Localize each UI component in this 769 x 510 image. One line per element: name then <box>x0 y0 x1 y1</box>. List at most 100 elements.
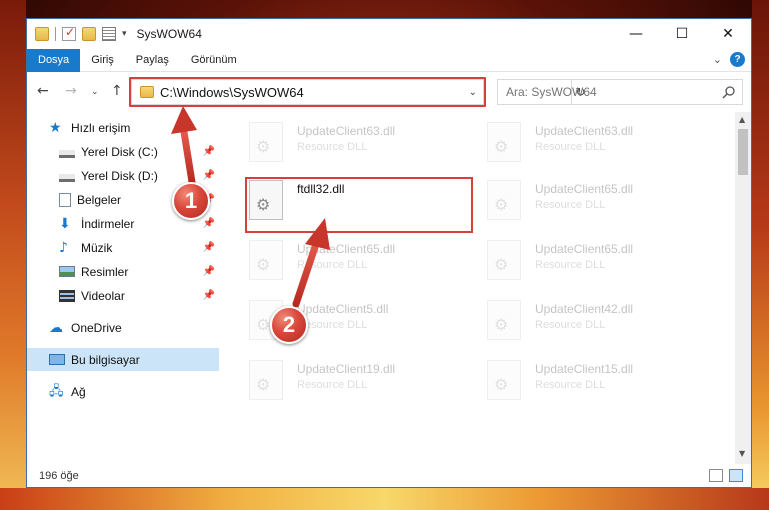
customize-icon[interactable] <box>102 27 116 41</box>
file-item[interactable]: ⚙ UpdateClient65.dll Resource DLL <box>249 240 479 286</box>
large-icons-view-icon[interactable] <box>729 469 743 482</box>
star-icon: ★ <box>49 119 62 136</box>
help-icon[interactable]: ? <box>730 52 745 67</box>
back-arrow-icon[interactable]: ← <box>37 83 49 99</box>
dll-file-icon: ⚙ <box>249 122 283 162</box>
sidebar-item-label: İndirmeler <box>81 216 135 231</box>
file-description: Resource DLL <box>297 141 368 153</box>
gear-icon: ⚙ <box>256 255 271 274</box>
item-count: 196 öğe <box>39 470 79 482</box>
window-title: SysWOW64 <box>136 27 202 41</box>
dll-file-icon: ⚙ <box>487 300 521 340</box>
sidebar-item-music[interactable]: ♪ Müzik 📌 <box>27 236 219 259</box>
folder-icon[interactable] <box>35 27 49 41</box>
details-view-icon[interactable] <box>709 469 723 482</box>
file-name: UpdateClient42.dll <box>535 302 634 316</box>
sidebar-item-this-pc[interactable]: Bu bilgisayar <box>27 348 219 371</box>
search-icon[interactable] <box>722 85 736 99</box>
ribbon-tabs: Dosya Giriş Paylaş Görünüm ⌄ ? <box>27 48 751 72</box>
dll-file-icon: ⚙ <box>487 360 521 400</box>
new-folder-icon[interactable] <box>82 27 96 41</box>
sidebar-item-label: Hızlı erişim <box>71 120 131 135</box>
file-description: Resource DLL <box>297 319 368 331</box>
dll-file-icon: ⚙ <box>487 122 521 162</box>
file-item[interactable]: ⚙ UpdateClient63.dll Resource DLL <box>487 122 717 168</box>
file-description: Resource DLL <box>297 379 368 391</box>
sidebar-item-quick-access[interactable]: ★ Hızlı erişim <box>27 116 219 139</box>
desktop-background-right <box>752 0 769 510</box>
sidebar-item-videos[interactable]: Videolar 📌 <box>27 284 219 307</box>
vertical-scrollbar[interactable]: ▲ ▼ <box>735 112 751 464</box>
sidebar-item-label: Resimler <box>81 264 129 279</box>
minimize-button[interactable]: — <box>613 19 659 49</box>
gear-icon: ⚙ <box>494 137 509 156</box>
file-item[interactable]: ⚙ UpdateClient19.dll Resource DLL <box>249 360 479 406</box>
step-badge-2: 2 <box>270 306 308 344</box>
tab-gorunum[interactable]: Görünüm <box>180 49 248 72</box>
file-item[interactable]: ⚙ UpdateClient15.dll Resource DLL <box>487 360 717 406</box>
file-item[interactable]: ⚙ UpdateClient63.dll Resource DLL <box>249 122 479 168</box>
expand-ribbon-chevron-icon[interactable]: ⌄ <box>713 53 722 66</box>
gear-icon: ⚙ <box>494 315 509 334</box>
sidebar-item-pictures[interactable]: Resimler 📌 <box>27 260 219 283</box>
file-name: UpdateClient65.dll <box>297 242 396 256</box>
drive-icon <box>59 173 75 182</box>
scroll-down-icon[interactable]: ▼ <box>739 449 745 458</box>
pin-icon[interactable]: 📌 <box>203 242 215 253</box>
tab-giris[interactable]: Giriş <box>80 49 125 72</box>
sidebar-item-network[interactable]: 🖧 Ağ <box>27 380 219 403</box>
file-name: UpdateClient63.dll <box>535 124 634 138</box>
video-icon <box>59 289 75 302</box>
file-list: ⚙ UpdateClient63.dll Resource DLL ⚙ Updat… <box>223 114 735 464</box>
sidebar-item-label: OneDrive <box>71 320 122 335</box>
sidebar-item-local-disk-c[interactable]: Yerel Disk (C:) 📌 <box>27 140 219 163</box>
scroll-up-icon[interactable]: ▲ <box>739 115 745 124</box>
title-bar: ▾ SysWOW64 — ☐ ✕ <box>27 19 751 49</box>
file-item[interactable]: ⚙ UpdateClient65.dll Resource DLL <box>487 180 717 226</box>
address-bar-highlight <box>129 77 486 107</box>
file-item[interactable]: ⚙ UpdateClient65.dll Resource DLL <box>487 240 717 286</box>
pin-icon[interactable]: 📌 <box>203 170 215 181</box>
pin-icon[interactable]: 📌 <box>203 218 215 229</box>
file-description: Resource DLL <box>535 141 606 153</box>
file-description: Resource DLL <box>535 199 606 211</box>
navigation-bar: ← → ⌄ ↑ C:\Windows\SysWOW64 ⌄ ↻ <box>27 74 751 110</box>
recent-locations-chevron-icon[interactable]: ⌄ <box>91 87 99 97</box>
tab-dosya[interactable]: Dosya <box>27 48 81 72</box>
toolbar-divider <box>55 27 56 41</box>
pin-icon[interactable]: 📌 <box>203 146 215 157</box>
step-badge-1: 1 <box>172 182 210 220</box>
file-item[interactable]: ⚙ UpdateClient42.dll Resource DLL <box>487 300 717 346</box>
up-arrow-icon[interactable]: ↑ <box>111 83 123 99</box>
sidebar-item-label: Belgeler <box>77 192 122 207</box>
file-name: UpdateClient15.dll <box>535 362 634 376</box>
drive-icon <box>59 149 75 158</box>
dll-file-icon: ⚙ <box>249 240 283 280</box>
file-name: UpdateClient5.dll <box>297 302 389 316</box>
desktop-background-bottom <box>0 488 769 510</box>
pin-icon[interactable]: 📌 <box>203 290 215 301</box>
forward-arrow-icon[interactable]: → <box>65 83 77 99</box>
quick-access-dropdown-icon[interactable]: ▾ <box>122 29 127 39</box>
file-description: Resource DLL <box>535 259 606 271</box>
pictures-icon <box>59 266 75 277</box>
scrollbar-thumb[interactable] <box>738 129 748 175</box>
file-name: UpdateClient65.dll <box>535 182 634 196</box>
properties-check-icon[interactable] <box>62 25 76 41</box>
desktop-background-left <box>0 0 26 510</box>
gear-icon: ⚙ <box>256 315 271 334</box>
tab-paylas[interactable]: Paylaş <box>125 49 180 72</box>
quick-access-toolbar: ▾ <box>27 25 127 41</box>
search-input[interactable] <box>506 85 716 99</box>
sidebar-item-onedrive[interactable]: ☁ OneDrive <box>27 316 219 339</box>
pin-icon[interactable]: 📌 <box>203 266 215 277</box>
search-box[interactable] <box>497 79 743 105</box>
close-button[interactable]: ✕ <box>705 19 751 49</box>
file-description: Resource DLL <box>535 379 606 391</box>
window-controls: — ☐ ✕ <box>613 19 751 49</box>
ribbon-right-controls: ⌄ ? <box>713 52 745 67</box>
gear-icon: ⚙ <box>494 375 509 394</box>
file-description: Resource DLL <box>535 319 606 331</box>
maximize-button[interactable]: ☐ <box>659 19 705 49</box>
computer-icon <box>49 354 65 365</box>
